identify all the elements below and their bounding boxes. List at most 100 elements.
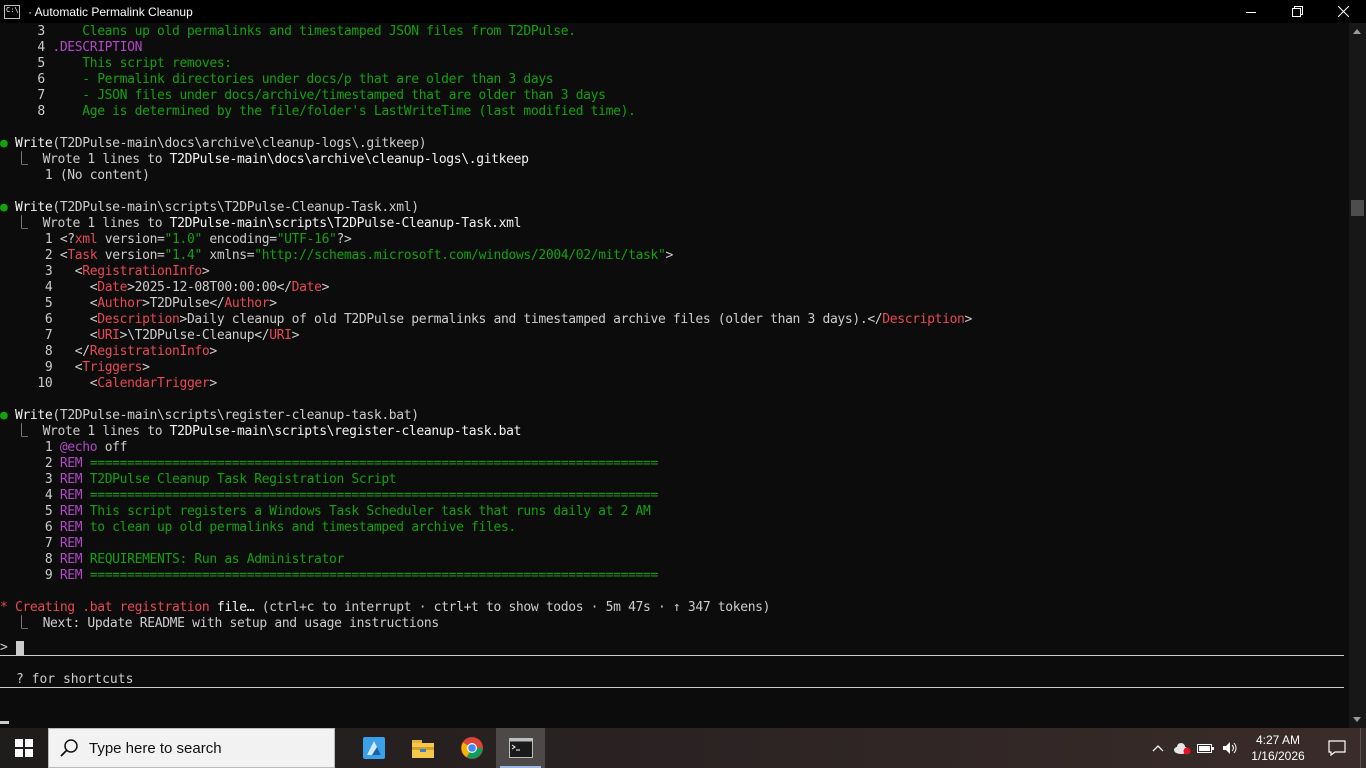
terminal-line: 7 REM: [0, 536, 83, 552]
show-hidden-icons-button[interactable]: [1146, 728, 1170, 768]
console-app-icon: [4, 4, 20, 19]
search-placeholder: Type here to search: [89, 739, 222, 757]
vertical-scrollbar[interactable]: [1349, 23, 1366, 728]
prompt-symbol: >: [0, 640, 8, 655]
terminal-line: ⎿ Wrote 1 lines to T2DPulse-main\scripts…: [0, 424, 521, 440]
terminal-text-segment: 8: [0, 344, 60, 359]
terminal-text-segment: <: [59, 360, 83, 375]
window-title: · Automatic Permalink Cleanup: [28, 4, 193, 19]
terminal-text-segment: version=: [97, 248, 165, 263]
windows-logo-icon: [15, 739, 33, 757]
terminal-text-segment: (T2DPulse-main\scripts\T2DPulse-Cleanup-…: [52, 200, 419, 215]
terminal-text-segment: "1.4": [164, 248, 203, 263]
terminal-text-segment: 9: [0, 360, 60, 375]
terminal-text-segment: >: [142, 360, 150, 375]
terminal-text-segment: Task: [67, 248, 98, 263]
terminal-text-segment: 7: [0, 536, 60, 551]
scroll-down-arrow-icon[interactable]: [1353, 717, 1361, 722]
terminal-line: 3 REM T2DPulse Cleanup Task Registration…: [0, 472, 397, 488]
terminal-text-segment: RegistrationInfo: [89, 344, 210, 359]
taskbar-app-command-prompt[interactable]: [496, 728, 545, 768]
taskbar-app-chrome[interactable]: [447, 728, 496, 768]
text-cursor-indicator: [0, 721, 9, 724]
terminal-text-segment: 4: [0, 40, 53, 55]
input-cursor[interactable]: [16, 641, 24, 656]
chevron-up-icon: [1152, 745, 1164, 752]
terminal-text-segment: 8: [0, 552, 60, 567]
terminal-text-segment: Cleans up old permalinks and timestamped…: [52, 24, 576, 39]
terminal-line: 6 REM to clean up old permalinks and tim…: [0, 520, 516, 536]
start-button[interactable]: [0, 728, 48, 768]
tray-onedrive-status[interactable]: [1170, 728, 1194, 768]
terminal-text-segment: ========================================…: [82, 456, 659, 471]
terminal-line: 5 <Author>T2DPulse</Author>: [0, 296, 277, 312]
terminal-text-segment: >2025-12-08T00:00:00</: [127, 280, 292, 295]
terminal-text-segment: to clean up old permalinks and timestamp…: [82, 520, 517, 535]
terminal-line: 4 <Date>2025-12-08T00:00:00</Date>: [0, 280, 330, 296]
terminal-line: 1 (No content): [0, 168, 150, 184]
terminal-text-segment: Write: [14, 408, 53, 423]
terminal-text-segment: T2DPulse-main\scripts\T2DPulse-Cleanup-T…: [169, 216, 522, 231]
terminal-text-segment: 6: [0, 312, 60, 327]
taskbar-app-file-explorer[interactable]: [398, 728, 447, 768]
tray-volume[interactable]: [1218, 728, 1242, 768]
terminal-text-segment: ●: [0, 136, 15, 151]
terminal-line: 4 REM ==================================…: [0, 488, 658, 504]
terminal-text-segment: <: [59, 376, 98, 391]
terminal-text-segment: REQUIREMENTS: Run as Administrator: [82, 552, 345, 567]
scroll-up-arrow-icon[interactable]: [1353, 29, 1361, 34]
tray-battery[interactable]: [1194, 728, 1218, 768]
taskbar-app-paint-3d[interactable]: [349, 728, 398, 768]
minimize-button[interactable]: [1228, 0, 1274, 23]
terminal-text-segment: file…: [216, 600, 255, 615]
terminal-line: ● Write(T2DPulse-main\scripts\register-c…: [0, 408, 419, 424]
scrollbar-thumb[interactable]: [1351, 200, 1364, 216]
terminal-text-segment: Date: [97, 280, 128, 295]
taskbar-search-box[interactable]: Type here to search: [48, 728, 335, 768]
terminal-text-segment: T2DPulse-main\scripts\register-cleanup-t…: [169, 424, 522, 439]
terminal-text-segment: 1: [0, 232, 60, 247]
volume-icon: [1223, 742, 1237, 754]
terminal-text-segment: 2: [0, 248, 60, 263]
terminal-text-segment: off: [97, 440, 128, 455]
window-titlebar[interactable]: · Automatic Permalink Cleanup: [0, 0, 1366, 23]
terminal-text-segment: ⎿: [0, 152, 43, 167]
terminal-text-segment: REM: [59, 504, 83, 519]
terminal-text-segment: Author: [224, 296, 270, 311]
terminal-text-segment: 5: [0, 56, 53, 71]
terminal-text-segment: >Daily cleanup of old T2DPulse permalink…: [179, 312, 883, 327]
terminal-text-segment: ●: [0, 408, 15, 423]
show-desktop-button[interactable]: [1360, 728, 1366, 768]
close-button[interactable]: [1320, 0, 1366, 23]
terminal-text-segment: 6: [0, 72, 53, 87]
terminal-line: 2 REM ==================================…: [0, 456, 658, 472]
terminal-text-segment: 5: [0, 296, 60, 311]
terminal-text-segment: @echo: [59, 440, 98, 455]
terminal-line: 3 <RegistrationInfo>: [0, 264, 210, 280]
terminal-output[interactable]: 3 Cleans up old permalinks and timestamp…: [0, 23, 1349, 728]
terminal-text-segment: Triggers: [82, 360, 143, 375]
terminal-text-segment: <: [59, 264, 83, 279]
taskbar-clock[interactable]: 4:27 AM 1/16/2026: [1242, 732, 1314, 764]
terminal-text-segment: <: [59, 312, 98, 327]
terminal-line: 3 Cleans up old permalinks and timestamp…: [0, 24, 576, 40]
terminal-line: ⎿ Next: Update README with setup and usa…: [0, 616, 439, 632]
terminal-line: 5 This script removes:: [0, 56, 232, 72]
battery-icon: [1197, 744, 1214, 753]
terminal-text-segment: <?: [59, 232, 75, 247]
terminal-text-segment: REM: [59, 488, 83, 503]
terminal-text-segment: <: [59, 296, 98, 311]
terminal-text-segment: <: [59, 280, 98, 295]
terminal-text-segment: 2: [0, 456, 60, 471]
terminal-text-segment: ⎿: [0, 216, 43, 231]
terminal-text-segment: Description: [97, 312, 180, 327]
action-center-button[interactable]: [1314, 728, 1360, 768]
terminal-text-segment: ⎿: [0, 424, 43, 439]
restore-button[interactable]: [1274, 0, 1320, 23]
terminal-text-segment: (T2DPulse-main\docs\archive\cleanup-logs…: [52, 136, 427, 151]
terminal-line: 6 <Description>Daily cleanup of old T2DP…: [0, 312, 973, 328]
terminal-text-segment: - Permalink directories under docs/p tha…: [52, 72, 554, 87]
terminal-text-segment: Wrote 1 lines to: [42, 216, 170, 231]
terminal-text-segment: 10: [0, 376, 60, 391]
terminal-text-segment: 7: [0, 328, 60, 343]
